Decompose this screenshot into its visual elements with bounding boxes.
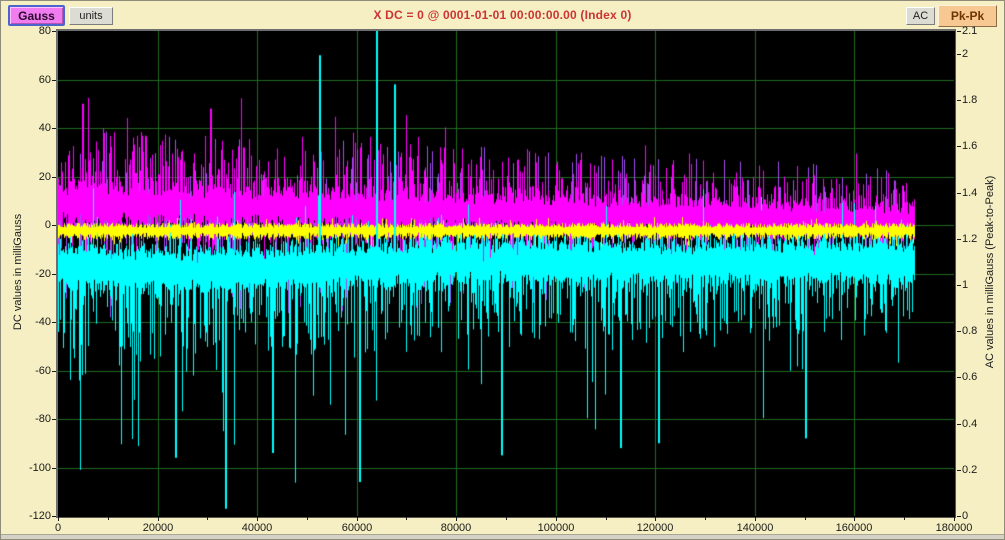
dc-axis-tickmark (52, 80, 56, 81)
x-axis-minor-tickmark (805, 517, 806, 520)
dc-axis-tick-label: 80 (11, 25, 51, 37)
ac-axis-tick-label: 0.8 (962, 325, 1002, 337)
ac-axis-tickmark (957, 100, 961, 101)
gauss-button[interactable]: Gauss (8, 5, 65, 26)
dc-axis-tick-label: -120 (11, 510, 51, 522)
dc-axis-tickmark (52, 31, 56, 32)
x-axis-minor-tickmark (406, 517, 407, 520)
x-axis-tickmark (357, 517, 358, 521)
ac-axis-tick-label: 1.6 (962, 140, 1002, 152)
dc-axis-tickmark (52, 274, 56, 275)
dc-axis-tickmark (52, 322, 56, 323)
x-axis-tickmark (755, 517, 756, 521)
dc-axis-tick-label: 20 (11, 171, 51, 183)
units-button[interactable]: units (69, 7, 113, 25)
x-axis-tick-label: 140000 (727, 522, 783, 534)
dc-axis-tick-label: 0 (11, 219, 51, 231)
ac-axis-tick-label: 0 (962, 510, 1002, 522)
ac-axis-tickmark (957, 285, 961, 286)
dc-axis-tickmark (52, 177, 56, 178)
plot-frame (56, 29, 956, 518)
ac-axis-tick-label: 0.6 (962, 371, 1002, 383)
app-window: Gauss units X DC = 0 @ 0001-01-01 00:00:… (0, 0, 1005, 540)
ac-axis-tickmark (957, 377, 961, 378)
ac-axis-tick-label: 1.8 (962, 94, 1002, 106)
dc-axis-tickmark (52, 371, 56, 372)
ac-axis-tickmark (957, 424, 961, 425)
x-axis-tick-label: 120000 (627, 522, 683, 534)
x-axis-minor-tickmark (108, 517, 109, 520)
ac-axis-tickmark (957, 470, 961, 471)
dc-axis-tickmark (52, 128, 56, 129)
ac-axis-tick-label: 1.2 (962, 233, 1002, 245)
x-axis-tickmark (158, 517, 159, 521)
x-axis-tickmark (58, 517, 59, 521)
plot-canvas[interactable] (58, 31, 954, 516)
dc-axis-tick-label: 40 (11, 122, 51, 134)
chart-cursor-readout: X DC = 0 @ 0001-01-01 00:00:00.00 (Index… (121, 8, 884, 22)
x-axis-minor-tickmark (606, 517, 607, 520)
x-axis-tickmark (655, 517, 656, 521)
x-axis-minor-tickmark (705, 517, 706, 520)
x-axis-tick-label: 100000 (528, 522, 584, 534)
x-axis-tickmark (456, 517, 457, 521)
x-axis-minor-tickmark (904, 517, 905, 520)
dc-axis-tickmark (52, 225, 56, 226)
ac-axis-tick-label: 2 (962, 48, 1002, 60)
x-axis-tick-label: 160000 (826, 522, 882, 534)
x-axis-tickmark (257, 517, 258, 521)
ac-axis-tickmark (957, 193, 961, 194)
ac-axis-tickmark (957, 54, 961, 55)
dc-axis-tick-label: 60 (11, 74, 51, 86)
ac-axis-tickmark (957, 516, 961, 517)
dc-axis-tickmark (52, 468, 56, 469)
dc-axis-tick-label: -80 (11, 413, 51, 425)
dc-axis-tick-label: -60 (11, 365, 51, 377)
x-axis-tickmark (556, 517, 557, 521)
dc-axis-tickmark (52, 516, 56, 517)
x-axis-tickmark (854, 517, 855, 521)
x-axis-tick-label: 180000 (926, 522, 982, 534)
x-axis-tick-label: 40000 (229, 522, 285, 534)
pkpk-button[interactable]: Pk-Pk (938, 5, 997, 27)
dc-axis-tick-label: -100 (11, 462, 51, 474)
ac-axis-tick-label: 1.4 (962, 187, 1002, 199)
ac-axis-tick-label: 2.1 (962, 25, 1002, 37)
ac-axis-tickmark (957, 146, 961, 147)
x-axis-tick-label: 80000 (428, 522, 484, 534)
x-axis-minor-tickmark (506, 517, 507, 520)
window-bottom-edge (1, 534, 1004, 539)
x-axis-minor-tickmark (307, 517, 308, 520)
dc-axis-tick-label: -20 (11, 268, 51, 280)
ac-axis-tickmark (957, 331, 961, 332)
x-axis-tick-label: 60000 (329, 522, 385, 534)
x-axis-tick-label: 20000 (130, 522, 186, 534)
dc-axis-tickmark (52, 419, 56, 420)
x-axis-tickmark (954, 517, 955, 521)
ac-axis-tick-label: 0.4 (962, 418, 1002, 430)
x-axis-tick-label: 0 (30, 522, 86, 534)
dc-axis-tick-label: -40 (11, 316, 51, 328)
x-axis-minor-tickmark (207, 517, 208, 520)
ac-axis-tick-label: 1 (962, 279, 1002, 291)
ac-axis-tickmark (957, 31, 961, 32)
ac-button[interactable]: AC (906, 7, 935, 25)
ac-axis-tick-label: 0.2 (962, 464, 1002, 476)
ac-axis-tickmark (957, 239, 961, 240)
